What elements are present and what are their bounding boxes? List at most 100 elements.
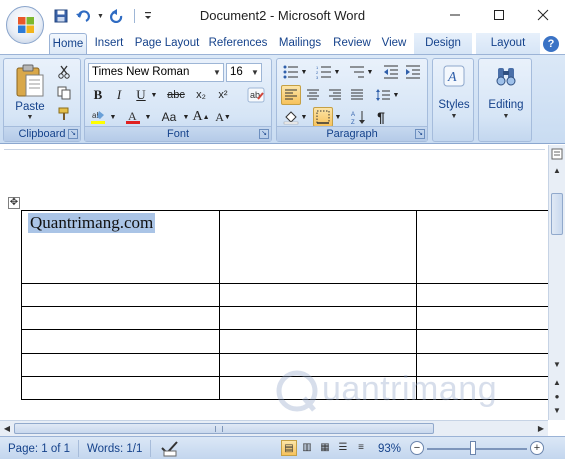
table-move-handle-icon[interactable]: ✥ bbox=[8, 197, 20, 209]
maximize-button[interactable] bbox=[477, 0, 521, 30]
outline-view-icon[interactable]: ☰ bbox=[335, 440, 351, 456]
scroll-left-icon[interactable]: ◀ bbox=[1, 423, 13, 435]
zoom-in-button[interactable]: + bbox=[530, 441, 544, 455]
table-cell[interactable] bbox=[21, 376, 220, 400]
justify-button[interactable] bbox=[347, 85, 367, 105]
table-cell[interactable] bbox=[21, 353, 220, 377]
tab-review[interactable]: Review bbox=[330, 33, 374, 54]
styles-group[interactable]: A Styles ▼ bbox=[432, 58, 474, 142]
multilevel-dropdown-icon[interactable]: ▼ bbox=[365, 62, 375, 82]
editing-group[interactable]: Editing ▼ bbox=[478, 58, 532, 142]
table-cell[interactable] bbox=[416, 306, 549, 330]
table-cell[interactable] bbox=[416, 283, 549, 307]
format-painter-icon[interactable] bbox=[54, 104, 74, 124]
borders-dropdown-icon[interactable]: ▼ bbox=[333, 107, 343, 127]
font-size-combo[interactable]: 16 ▼ bbox=[226, 63, 262, 82]
increase-indent-icon[interactable] bbox=[403, 62, 423, 82]
next-page-icon[interactable]: ▼ bbox=[551, 405, 563, 417]
tab-home[interactable]: Home bbox=[49, 33, 87, 54]
font-name-dropdown-icon[interactable]: ▼ bbox=[211, 64, 223, 81]
underline-button[interactable]: U bbox=[131, 85, 151, 105]
selected-cell-text[interactable]: Quantrimang.com bbox=[28, 213, 156, 233]
tab-insert[interactable]: Insert bbox=[89, 33, 129, 54]
page-count[interactable]: Page: 1 of 1 bbox=[8, 441, 70, 457]
numbering-dropdown-icon[interactable]: ▼ bbox=[332, 62, 342, 82]
draft-view-icon[interactable]: ≡ bbox=[353, 440, 369, 456]
multilevel-list-icon[interactable] bbox=[347, 62, 367, 82]
scroll-right-icon[interactable]: ▶ bbox=[535, 423, 547, 435]
shrink-font-button[interactable]: A ▼ bbox=[213, 107, 233, 127]
table-cell[interactable] bbox=[219, 283, 417, 307]
clear-formatting-icon[interactable]: ab bbox=[245, 85, 267, 105]
italic-button[interactable]: I bbox=[109, 85, 129, 105]
table-cell[interactable] bbox=[416, 329, 549, 354]
tab-references[interactable]: References bbox=[206, 33, 270, 54]
office-button[interactable] bbox=[6, 6, 44, 44]
minimize-button[interactable] bbox=[433, 0, 477, 30]
font-color-dropdown-icon[interactable]: ▼ bbox=[143, 107, 153, 127]
bold-button[interactable]: B bbox=[88, 85, 108, 105]
tab-page-layout[interactable]: Page Layout bbox=[132, 33, 202, 54]
tab-table-design[interactable]: Design bbox=[414, 33, 472, 54]
highlight-color-icon[interactable]: ab bbox=[88, 107, 108, 127]
vertical-scroll-thumb[interactable] bbox=[551, 193, 563, 235]
align-center-button[interactable] bbox=[303, 85, 323, 105]
zoom-slider-thumb[interactable] bbox=[470, 441, 476, 455]
scroll-up-icon[interactable]: ▲ bbox=[551, 165, 563, 177]
strikethrough-button[interactable]: abc bbox=[165, 85, 187, 105]
align-left-button[interactable] bbox=[281, 85, 301, 105]
zoom-out-button[interactable]: − bbox=[410, 441, 424, 455]
superscript-button[interactable]: x² bbox=[213, 85, 233, 105]
line-spacing-dropdown-icon[interactable]: ▼ bbox=[391, 85, 401, 105]
full-screen-reading-view-icon[interactable]: ▥ bbox=[299, 440, 315, 456]
table-cell[interactable] bbox=[219, 329, 417, 354]
highlight-dropdown-icon[interactable]: ▼ bbox=[108, 107, 118, 127]
clipboard-launcher-icon[interactable]: ↘ bbox=[68, 129, 78, 139]
scroll-down-icon[interactable]: ▼ bbox=[551, 359, 563, 371]
help-icon[interactable]: ? bbox=[543, 36, 559, 52]
select-browse-object-icon[interactable]: ● bbox=[551, 391, 563, 403]
table-cell[interactable] bbox=[21, 306, 220, 330]
font-launcher-icon[interactable]: ↘ bbox=[259, 129, 269, 139]
font-size-dropdown-icon[interactable]: ▼ bbox=[249, 64, 261, 81]
zoom-slider[interactable] bbox=[427, 448, 527, 450]
table-cell[interactable] bbox=[416, 210, 549, 284]
show-formatting-button[interactable]: ¶ bbox=[371, 107, 391, 127]
font-color-icon[interactable]: A bbox=[123, 107, 143, 127]
numbering-icon[interactable]: 123 bbox=[314, 62, 334, 82]
table-cell[interactable] bbox=[219, 210, 417, 284]
horizontal-scrollbar[interactable]: ◀ ▶ bbox=[0, 420, 548, 436]
line-spacing-icon[interactable] bbox=[373, 85, 393, 105]
font-name-combo[interactable]: Times New Roman ▼ bbox=[88, 63, 224, 82]
sort-icon[interactable]: AZ bbox=[349, 107, 369, 127]
tab-mailings[interactable]: Mailings bbox=[274, 33, 326, 54]
word-count[interactable]: Words: 1/1 bbox=[87, 441, 142, 457]
proofing-icon[interactable] bbox=[160, 439, 180, 457]
decrease-indent-icon[interactable] bbox=[381, 62, 401, 82]
horizontal-scroll-thumb[interactable] bbox=[14, 423, 434, 434]
table-cell[interactable] bbox=[219, 306, 417, 330]
copy-icon[interactable] bbox=[54, 83, 74, 103]
tab-table-layout[interactable]: Layout bbox=[476, 33, 540, 54]
paragraph-launcher-icon[interactable]: ↘ bbox=[415, 129, 425, 139]
align-right-button[interactable] bbox=[325, 85, 345, 105]
paste-button[interactable]: Paste ▼ bbox=[8, 61, 52, 123]
table-cell[interactable] bbox=[21, 283, 220, 307]
bullets-icon[interactable] bbox=[281, 62, 301, 82]
change-case-button[interactable]: Aa bbox=[157, 107, 181, 127]
vertical-scrollbar[interactable]: ▲ ▼ ▲ ● ▼ bbox=[548, 145, 565, 420]
underline-dropdown-icon[interactable]: ▼ bbox=[149, 85, 159, 105]
web-layout-view-icon[interactable]: ▦ bbox=[317, 440, 333, 456]
tab-view[interactable]: View bbox=[378, 33, 410, 54]
borders-button[interactable] bbox=[313, 107, 333, 127]
zoom-level[interactable]: 93% bbox=[378, 441, 401, 457]
change-case-dropdown-icon[interactable]: ▼ bbox=[181, 107, 191, 127]
previous-page-icon[interactable]: ▲ bbox=[551, 377, 563, 389]
print-layout-view-icon[interactable]: ▤ bbox=[281, 440, 297, 456]
table-cell[interactable]: Quantrimang.com bbox=[21, 210, 220, 284]
shading-dropdown-icon[interactable]: ▼ bbox=[299, 107, 309, 127]
table-cell[interactable] bbox=[21, 329, 220, 354]
bullets-dropdown-icon[interactable]: ▼ bbox=[299, 62, 309, 82]
subscript-button[interactable]: x₂ bbox=[191, 85, 211, 105]
close-button[interactable] bbox=[521, 0, 565, 30]
